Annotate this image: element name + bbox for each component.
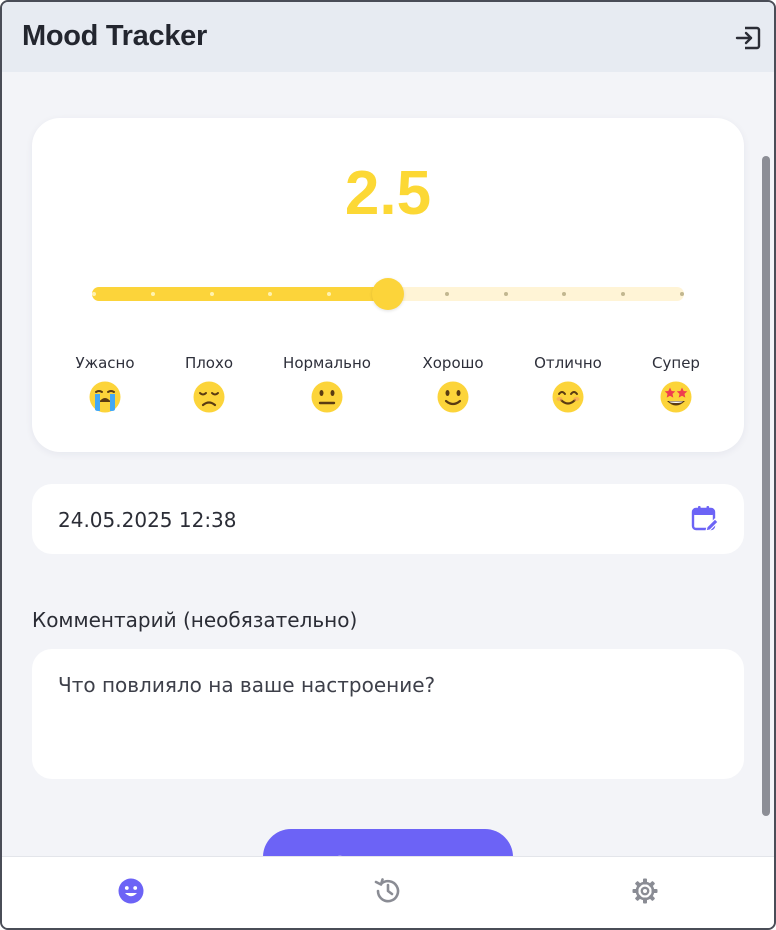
slider-step-dot	[92, 292, 96, 296]
loudly-crying-face-icon	[89, 381, 121, 413]
history-icon	[374, 878, 400, 903]
neutral-face-icon	[311, 381, 343, 413]
slider-step-dot	[503, 292, 508, 296]
mood-level-label: Супер	[652, 354, 700, 372]
logout-button[interactable]	[732, 22, 764, 54]
slightly-smiling-face-icon	[437, 381, 469, 413]
mood-level-label: Отлично	[534, 354, 602, 372]
mood-level-label: Нормально	[283, 354, 371, 372]
mood-slider[interactable]	[92, 278, 684, 310]
calendar-button[interactable]	[690, 504, 720, 534]
app-window: Mood Tracker 2.5 Ужасно Плохо Нормально Хор…	[0, 0, 776, 930]
date-time-field[interactable]: 24.05.2025 12:38	[32, 484, 744, 554]
comment-input[interactable]	[32, 649, 744, 779]
nav-history[interactable]	[373, 876, 403, 906]
logout-icon	[735, 26, 761, 50]
mood-level-3[interactable]: Нормально	[267, 354, 387, 414]
content-scroll-area[interactable]: 2.5 Ужасно Плохо Нормально Хорошо Отлично Суп…	[2, 72, 774, 856]
disappointed-face-icon	[193, 381, 225, 413]
mood-card: 2.5 Ужасно Плохо Нормально Хорошо Отлично Суп…	[32, 118, 744, 452]
mood-score: 2.5	[344, 159, 432, 228]
slider-step-dot	[209, 292, 214, 296]
save-button[interactable]: Сохранить	[263, 829, 513, 856]
slider-step-dot	[444, 292, 449, 296]
nav-mood[interactable]	[116, 876, 146, 906]
mood-slider-fill	[92, 287, 395, 301]
mood-level-label: Ужасно	[75, 354, 135, 372]
app-header: Mood Tracker	[2, 2, 774, 72]
comment-label: Комментарий (необязательно)	[32, 608, 358, 632]
mood-level-label: Плохо	[184, 354, 234, 372]
star-struck-icon	[660, 381, 692, 413]
slider-step-dot	[150, 292, 155, 296]
mood-level-6[interactable]: Супер	[616, 354, 736, 414]
nav-settings[interactable]	[630, 876, 660, 906]
mood-level-4[interactable]: Хорошо	[393, 354, 513, 414]
smiling-face-with-smiling-eyes-icon	[552, 381, 584, 413]
mood-slider-thumb[interactable]	[372, 278, 404, 310]
smiley-face-icon	[118, 878, 144, 904]
date-time-value: 24.05.2025 12:38	[58, 508, 237, 532]
mood-level-5[interactable]: Отлично	[508, 354, 628, 414]
scrollbar[interactable]	[760, 156, 772, 820]
calendar-edit-icon	[691, 506, 719, 532]
gear-icon	[632, 878, 658, 904]
slider-step-dot	[562, 292, 567, 296]
mood-level-label: Хорошо	[422, 354, 484, 372]
bottom-nav	[2, 856, 774, 928]
slider-step-dot	[680, 292, 684, 296]
scrollbar-thumb[interactable]	[762, 156, 770, 816]
app-title: Mood Tracker	[22, 20, 207, 52]
slider-step-dot	[621, 292, 626, 296]
mood-level-1[interactable]: Ужасно	[45, 354, 165, 414]
mood-level-2[interactable]: Плохо	[149, 354, 269, 414]
